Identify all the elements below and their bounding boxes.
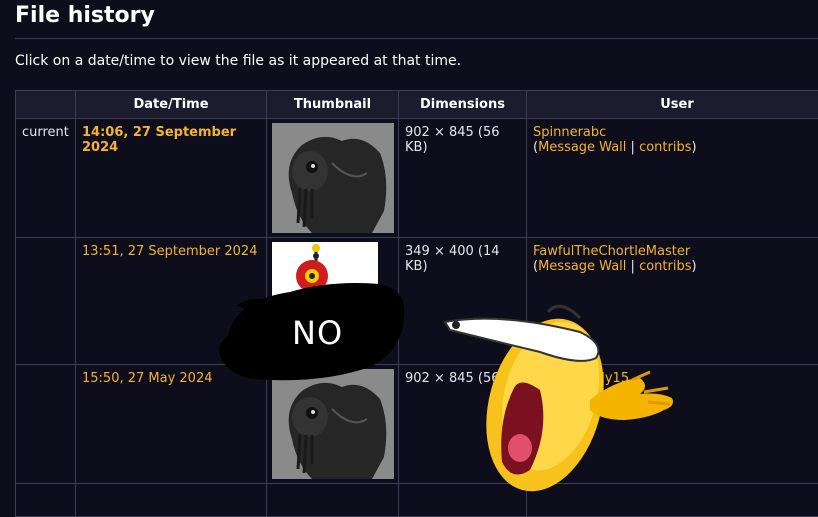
status-cell: current — [16, 119, 76, 238]
dimensions-cell: 902 × 845 (56 — [399, 365, 527, 484]
paren-close: ) — [692, 140, 697, 155]
dimensions-cell: 902 × 845 (56 KB) — [399, 119, 527, 238]
message-wall-link[interactable]: Message Wall — [538, 259, 626, 274]
column-header-datetime: Date/Time — [76, 91, 267, 119]
thumbnail-cell — [267, 365, 399, 484]
user-cell: gly15 — [527, 365, 818, 484]
thumbnail-image[interactable] — [272, 123, 394, 233]
heading-divider — [15, 38, 818, 39]
thumbnail-cell — [267, 119, 399, 238]
file-history-table: Date/Time Thumbnail Dimensions User curr… — [15, 90, 818, 517]
status-cell — [16, 365, 76, 484]
datetime-cell: 15:50, 27 May 2024 — [76, 365, 267, 484]
no-overlay-text: NO — [292, 314, 343, 352]
page-title: File history — [15, 3, 155, 28]
table-row: 13:51, 27 September 2024 349 × 400 (14 K… — [16, 238, 818, 365]
user-link[interactable]: FawfulTheChortleMaster — [533, 244, 690, 259]
user-cell: Spinnerabc (Message Wall | contribs) — [527, 119, 818, 238]
message-wall-link[interactable]: Message Wall — [538, 140, 626, 155]
user-link[interactable]: Spinnerabc — [533, 125, 606, 140]
thumbnail-image[interactable] — [272, 369, 394, 479]
paren-close: ) — [692, 259, 697, 274]
column-header-status — [16, 91, 76, 119]
link-separator: | — [631, 140, 635, 155]
user-link[interactable]: gly15 — [593, 371, 629, 386]
datetime-cell: 14:06, 27 September 2024 — [76, 119, 267, 238]
table-row: current 14:06, 27 September 2024 902 × 8… — [16, 119, 818, 238]
table-row: 15:50, 27 May 2024 902 × 845 (56 gly15 — [16, 365, 818, 484]
table-row — [16, 484, 818, 517]
contribs-link[interactable]: contribs — [639, 259, 691, 274]
column-header-user: User — [527, 91, 818, 119]
table-header-row: Date/Time Thumbnail Dimensions User — [16, 91, 818, 119]
version-datetime-link[interactable]: 13:51, 27 September 2024 — [82, 244, 257, 259]
column-header-thumbnail: Thumbnail — [267, 91, 399, 119]
version-datetime-link[interactable]: 15:50, 27 May 2024 — [82, 371, 213, 386]
status-cell — [16, 238, 76, 365]
intro-text: Click on a date/time to view the file as… — [15, 53, 461, 69]
column-header-dimensions: Dimensions — [399, 91, 527, 119]
contribs-link[interactable]: contribs — [639, 140, 691, 155]
link-separator: | — [631, 259, 635, 274]
datetime-cell: 13:51, 27 September 2024 — [76, 238, 267, 365]
dimensions-cell: 349 × 400 (14 KB) — [399, 238, 527, 365]
version-datetime-link[interactable]: 14:06, 27 September 2024 — [82, 125, 236, 155]
user-cell: FawfulTheChortleMaster (Message Wall | c… — [527, 238, 818, 365]
